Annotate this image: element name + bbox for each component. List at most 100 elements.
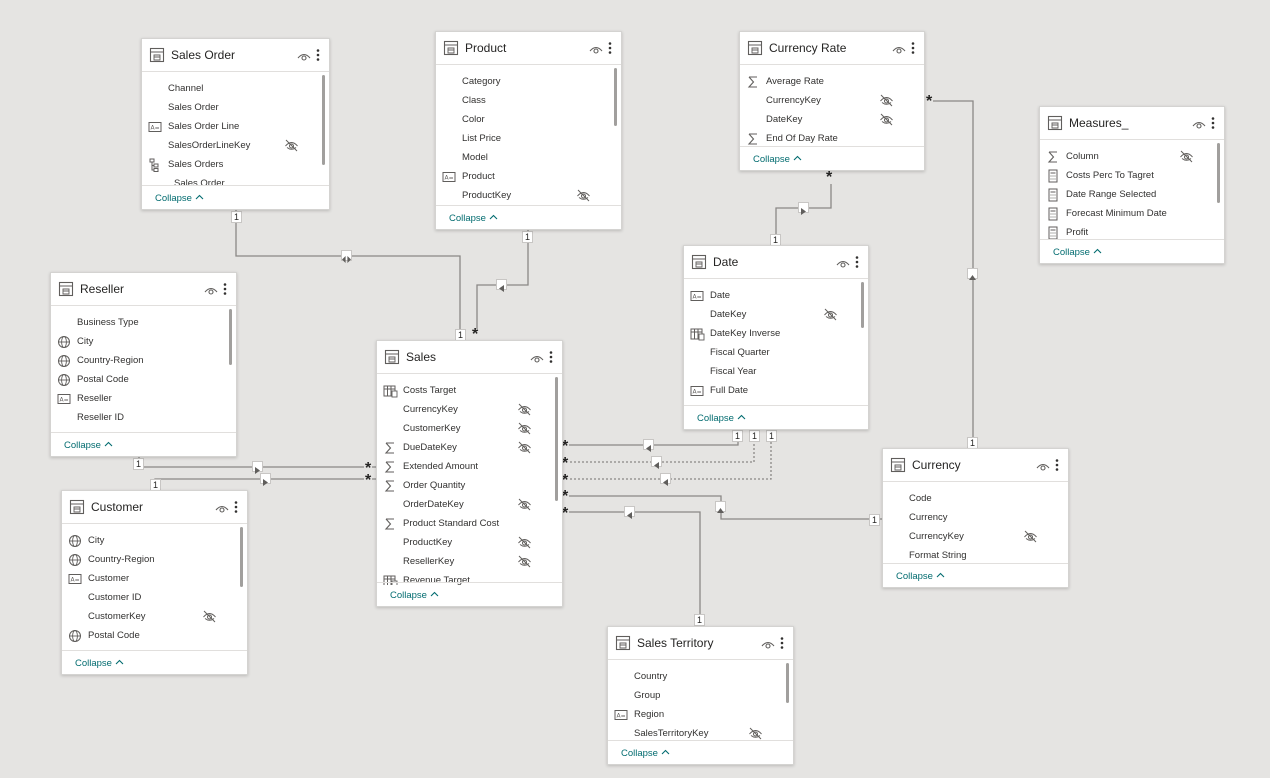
field-row[interactable]: Currency <box>883 508 1068 527</box>
field-row[interactable]: City <box>51 332 236 351</box>
field-row[interactable]: Sales Orders <box>142 155 329 174</box>
visibility-eye-icon[interactable] <box>215 498 229 517</box>
field-row[interactable]: CurrencyKey <box>377 400 562 419</box>
more-options-icon[interactable] <box>233 499 241 516</box>
collapse-button[interactable]: Collapse <box>1040 239 1224 263</box>
more-options-icon[interactable] <box>315 47 323 64</box>
field-row[interactable]: DateKey Inverse <box>684 324 868 343</box>
field-row[interactable]: Extended Amount <box>377 457 562 476</box>
scrollbar[interactable] <box>1217 143 1220 203</box>
collapse-button[interactable]: Collapse <box>142 185 329 209</box>
scrollbar[interactable] <box>861 282 864 328</box>
table-header[interactable]: Customer <box>62 491 247 524</box>
field-row[interactable]: Postal Code <box>51 370 236 389</box>
field-row[interactable]: Color <box>436 110 621 129</box>
field-row[interactable]: DueDateKey <box>377 438 562 457</box>
table-card-sales-order[interactable]: Sales Order Channel Sales Order A= Sales Ord… <box>141 38 330 210</box>
table-header[interactable]: Reseller <box>51 273 236 306</box>
visibility-eye-icon[interactable] <box>836 253 850 272</box>
field-row[interactable]: Average Rate <box>740 72 924 91</box>
more-options-icon[interactable] <box>548 349 556 366</box>
table-card-currency[interactable]: Currency Code Currency CurrencyKey Format St… <box>882 448 1069 588</box>
visibility-eye-icon[interactable] <box>892 39 906 58</box>
field-row[interactable]: ProductKey <box>377 533 562 552</box>
field-row[interactable]: CurrencyKey <box>740 91 924 110</box>
field-row[interactable]: Order Quantity <box>377 476 562 495</box>
field-row[interactable]: Group <box>608 686 793 705</box>
field-row[interactable]: CustomerKey <box>62 607 247 626</box>
field-row[interactable]: Class <box>436 91 621 110</box>
field-row[interactable]: CurrencyKey <box>883 527 1068 546</box>
field-row[interactable]: Channel <box>142 79 329 98</box>
field-row[interactable]: SalesOrderLineKey <box>142 136 329 155</box>
field-row[interactable]: Sales Order <box>142 98 329 117</box>
collapse-button[interactable]: Collapse <box>883 563 1068 587</box>
more-options-icon[interactable] <box>607 40 615 57</box>
more-options-icon[interactable] <box>910 40 918 57</box>
table-card-reseller[interactable]: Reseller Business Type City Country-Region P… <box>50 272 237 457</box>
table-header[interactable]: Date <box>684 246 868 279</box>
more-options-icon[interactable] <box>1210 115 1218 132</box>
table-card-measures[interactable]: Measures_ Column Costs Perc To Tagret Date … <box>1039 106 1225 264</box>
field-row[interactable]: Fiscal Year <box>684 362 868 381</box>
more-options-icon[interactable] <box>1054 457 1062 474</box>
collapse-button[interactable]: Collapse <box>740 146 924 170</box>
field-row[interactable]: CustomerKey <box>377 419 562 438</box>
visibility-eye-icon[interactable] <box>1036 456 1050 475</box>
collapse-button[interactable]: Collapse <box>377 582 562 606</box>
field-row[interactable]: List Price <box>436 129 621 148</box>
field-row[interactable]: City <box>62 531 247 550</box>
field-row[interactable]: Costs Perc To Tagret <box>1040 166 1224 185</box>
field-row[interactable]: Category <box>436 72 621 91</box>
field-row[interactable]: Postal Code <box>62 626 247 645</box>
field-row[interactable]: Column <box>1040 147 1224 166</box>
field-row[interactable]: ResellerKey <box>377 552 562 571</box>
field-row[interactable]: DateKey <box>740 110 924 129</box>
scrollbar[interactable] <box>555 377 558 501</box>
scrollbar[interactable] <box>322 75 325 165</box>
scrollbar[interactable] <box>786 663 789 703</box>
table-header[interactable]: Sales Territory <box>608 627 793 660</box>
field-row[interactable]: A= Region <box>608 705 793 724</box>
field-row[interactable]: A= Full Date <box>684 381 868 400</box>
visibility-eye-icon[interactable] <box>297 46 311 65</box>
field-row[interactable]: Customer ID <box>62 588 247 607</box>
field-row[interactable]: Country-Region <box>62 550 247 569</box>
table-card-date[interactable]: Date A= Date DateKey DateKey Inverse Fiscal Q… <box>683 245 869 430</box>
field-row[interactable]: ProductKey <box>436 186 621 205</box>
field-row[interactable]: Model <box>436 148 621 167</box>
collapse-button[interactable]: Collapse <box>51 432 236 456</box>
visibility-eye-icon[interactable] <box>530 348 544 367</box>
collapse-button[interactable]: Collapse <box>436 205 621 229</box>
field-row[interactable]: Country-Region <box>51 351 236 370</box>
field-row[interactable]: OrderDateKey <box>377 495 562 514</box>
table-header[interactable]: Measures_ <box>1040 107 1224 140</box>
field-row[interactable]: Forecast Minimum Date <box>1040 204 1224 223</box>
field-row[interactable]: Date Range Selected <box>1040 185 1224 204</box>
table-header[interactable]: Currency <box>883 449 1068 482</box>
more-options-icon[interactable] <box>779 635 787 652</box>
scrollbar[interactable] <box>240 527 243 587</box>
table-card-sales[interactable]: Sales Costs Target CurrencyKey CustomerKey D… <box>376 340 563 607</box>
field-row[interactable]: Business Type <box>51 313 236 332</box>
field-row[interactable]: Fiscal Quarter <box>684 343 868 362</box>
table-header[interactable]: Currency Rate <box>740 32 924 65</box>
collapse-button[interactable]: Collapse <box>608 740 793 764</box>
table-card-customer[interactable]: Customer City Country-Region A= Customer Cust… <box>61 490 248 675</box>
field-row[interactable]: A= Product <box>436 167 621 186</box>
table-card-product[interactable]: Product Category Class Color List Price Model… <box>435 31 622 230</box>
more-options-icon[interactable] <box>222 281 230 298</box>
field-row[interactable]: A= Sales Order Line <box>142 117 329 136</box>
field-row[interactable]: Reseller ID <box>51 408 236 427</box>
scrollbar[interactable] <box>229 309 232 365</box>
table-card-currency-rate[interactable]: Currency Rate Average Rate CurrencyKey Date… <box>739 31 925 171</box>
visibility-eye-icon[interactable] <box>761 634 775 653</box>
collapse-button[interactable]: Collapse <box>62 650 247 674</box>
more-options-icon[interactable] <box>854 254 862 271</box>
field-row[interactable]: A= Reseller <box>51 389 236 408</box>
field-row[interactable]: Code <box>883 489 1068 508</box>
collapse-button[interactable]: Collapse <box>684 405 868 429</box>
field-row[interactable]: A= Date <box>684 286 868 305</box>
table-header[interactable]: Sales Order <box>142 39 329 72</box>
visibility-eye-icon[interactable] <box>589 39 603 58</box>
